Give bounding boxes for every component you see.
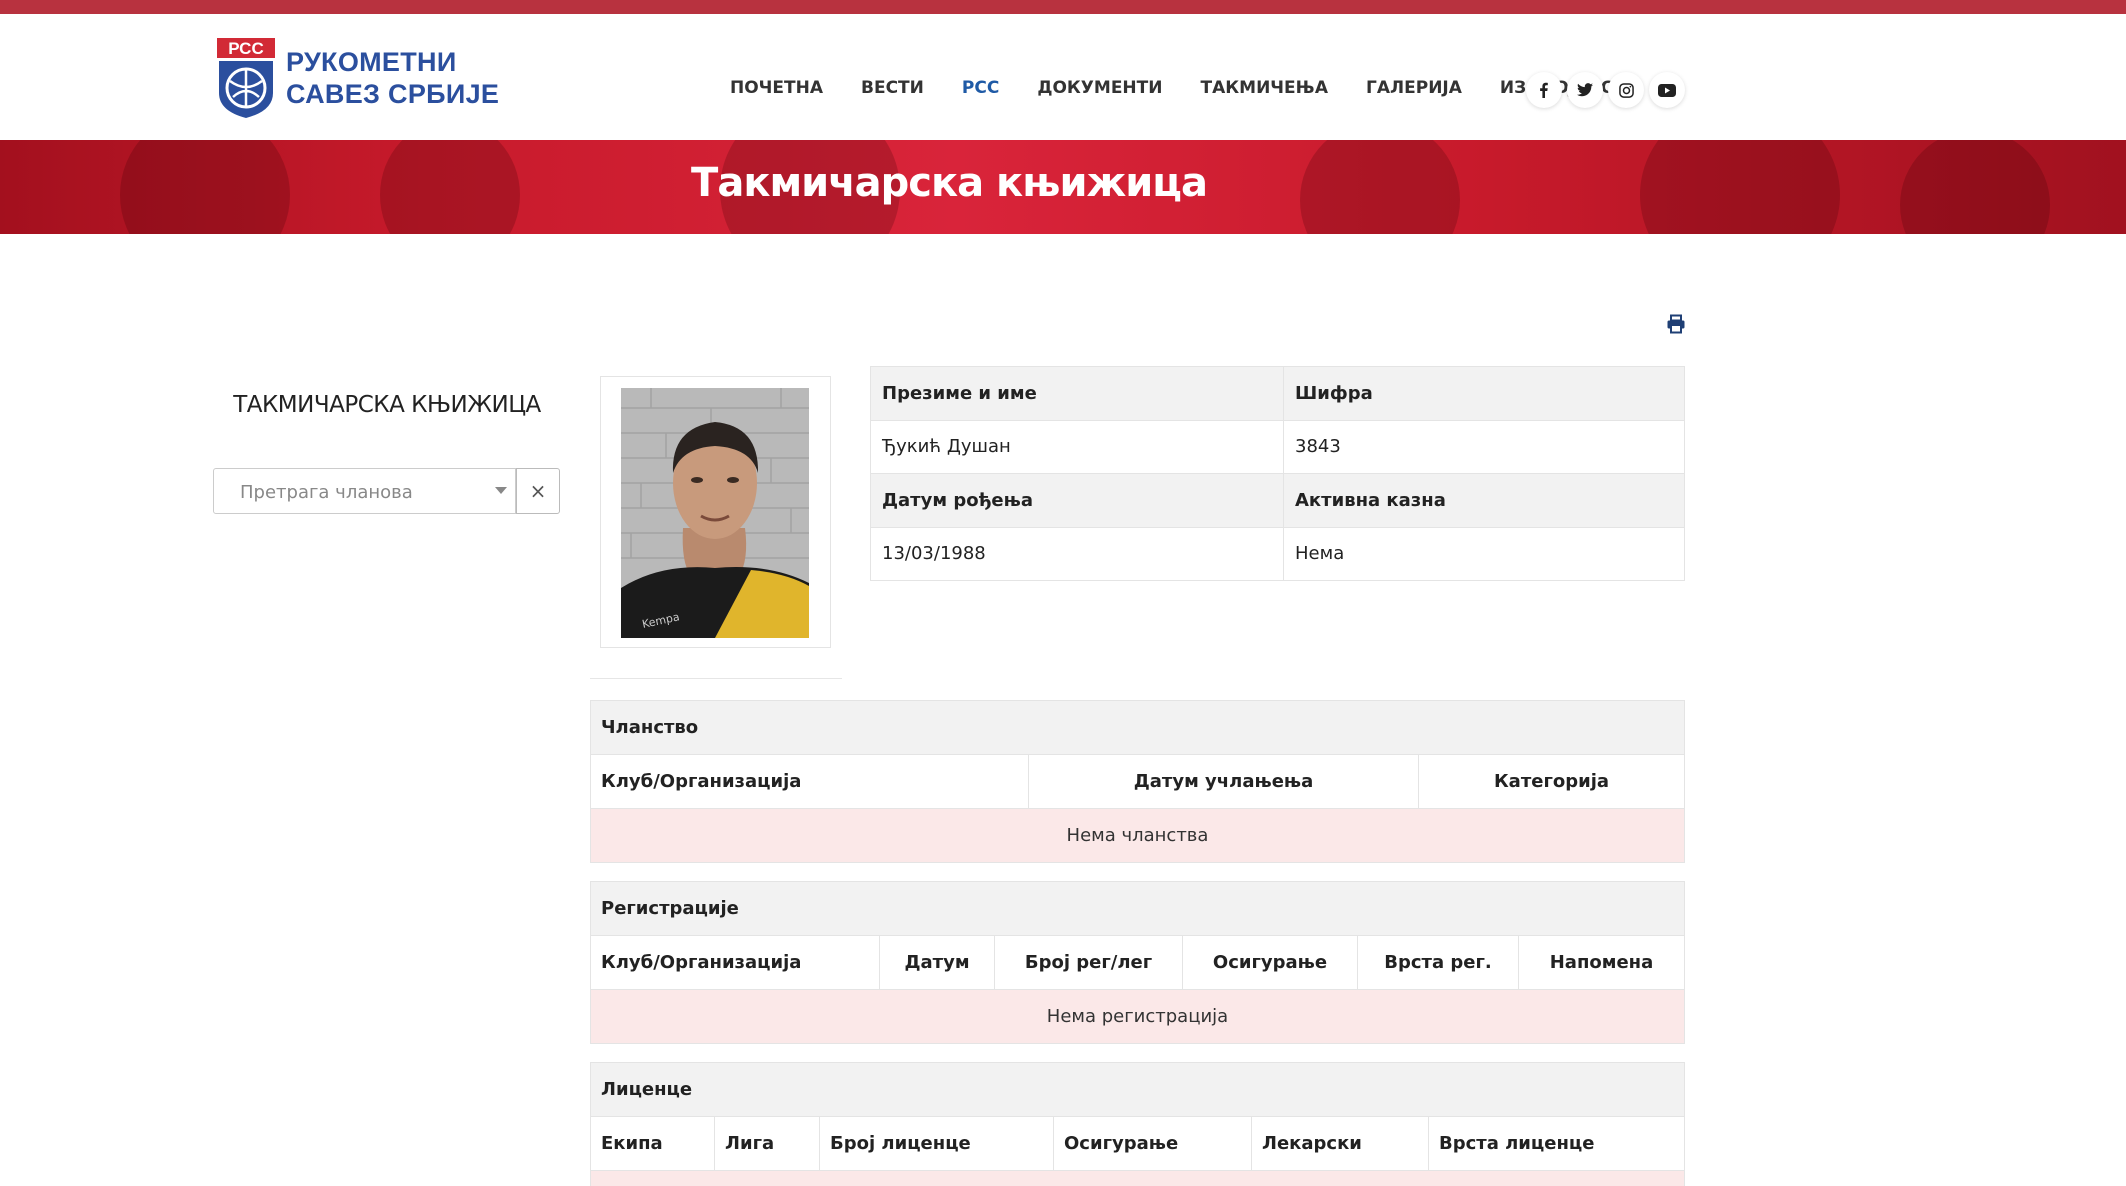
column-header: Екипа: [590, 1116, 715, 1171]
nav-item-vesti[interactable]: ВЕСТИ: [861, 78, 924, 98]
social-links: [1526, 72, 1690, 108]
column-header: Клуб/Организација: [590, 754, 1029, 809]
licenses-title: Лиценце: [590, 1062, 1685, 1117]
youtube-icon[interactable]: [1649, 72, 1685, 108]
divider: [590, 678, 842, 679]
nav-item-dokumenti[interactable]: ДОКУМЕНТИ: [1037, 78, 1162, 98]
clear-search-button[interactable]: ×: [516, 468, 560, 514]
column-header: Лекарски: [1251, 1116, 1429, 1171]
brand-line-2: САВЕЗ СРБИЈЕ: [286, 79, 500, 109]
membership-empty: Нема чланства: [590, 808, 1685, 863]
sidebar-title: ТАКМИЧАРСКА КЊИЖИЦА: [233, 392, 541, 418]
nav-item-takmicenja[interactable]: ТАКМИЧЕЊА: [1201, 78, 1329, 98]
dob-label: Датум рођења: [870, 473, 1284, 528]
page-banner: Такмичарска књижица: [0, 140, 2126, 234]
column-header: Осигурање: [1182, 935, 1358, 990]
page-title: Такмичарска књижица: [691, 160, 1208, 206]
column-header: Категорија: [1418, 754, 1685, 809]
player-name: Ђукић Душан: [870, 419, 1284, 474]
main-nav: ПОЧЕТНА ВЕСТИ РСС ДОКУМЕНТИ ТАКМИЧЕЊА ГА…: [730, 78, 1653, 98]
nav-item-pocetna[interactable]: ПОЧЕТНА: [730, 78, 823, 98]
column-header: Лига: [714, 1116, 820, 1171]
top-strip: [0, 0, 2126, 14]
name-label: Презиме и име: [870, 366, 1284, 421]
player-dob: 13/03/1988: [870, 526, 1284, 581]
column-header: Број лиценце: [819, 1116, 1054, 1171]
print-icon[interactable]: [1666, 314, 1686, 339]
site-header: РСС РУКОМЕТНИ САВЕЗ СРБИЈЕ ПОЧЕТНА ВЕСТИ…: [0, 14, 2126, 140]
registrations-table: Регистрације Клуб/Организација Датум Бро…: [590, 881, 1685, 1044]
svg-text:РСС: РСС: [228, 39, 263, 58]
nav-item-galerija[interactable]: ГАЛЕРИЈА: [1366, 78, 1462, 98]
chevron-down-icon[interactable]: [495, 487, 507, 494]
column-header: Осигурање: [1053, 1116, 1252, 1171]
twitter-icon[interactable]: [1567, 72, 1603, 108]
licenses-empty-row: [590, 1170, 1685, 1186]
search-placeholder: Претрага чланова: [240, 482, 413, 503]
registrations-title: Регистрације: [590, 881, 1685, 936]
player-info-table: Презиме и име Шифра Ђукић Душан 3843 Дат…: [870, 366, 1685, 581]
facebook-icon[interactable]: [1526, 72, 1562, 108]
player-photo-frame: Kempa: [600, 376, 831, 648]
column-header: Напомена: [1518, 935, 1685, 990]
membership-table: Чланство Клуб/Организација Датум учлањењ…: [590, 700, 1685, 863]
column-header: Врста рег.: [1357, 935, 1519, 990]
ban-label: Активна казна: [1283, 473, 1685, 528]
instagram-icon[interactable]: [1608, 72, 1644, 108]
site-logo[interactable]: РСС РУКОМЕТНИ САВЕЗ СРБИЈЕ: [216, 36, 516, 120]
column-header: Датум учлањења: [1028, 754, 1419, 809]
player-code: 3843: [1283, 419, 1685, 474]
column-header: Врста лиценце: [1428, 1116, 1685, 1171]
logo-badge-icon: РСС: [216, 37, 276, 119]
registrations-empty: Нема регистрација: [590, 989, 1685, 1044]
column-header: Клуб/Организација: [590, 935, 880, 990]
membership-title: Чланство: [590, 700, 1685, 755]
column-header: Број рег/лег: [994, 935, 1183, 990]
nav-item-rss[interactable]: РСС: [962, 78, 999, 98]
player-photo: Kempa: [621, 388, 809, 638]
code-label: Шифра: [1283, 366, 1685, 421]
member-search-input[interactable]: Претрага чланова: [213, 468, 516, 514]
brand-line-1: РУКОМЕТНИ: [286, 47, 457, 77]
licenses-table: Лиценце Екипа Лига Број лиценце Осигурањ…: [590, 1062, 1685, 1186]
column-header: Датум: [879, 935, 995, 990]
player-ban: Нема: [1283, 526, 1685, 581]
